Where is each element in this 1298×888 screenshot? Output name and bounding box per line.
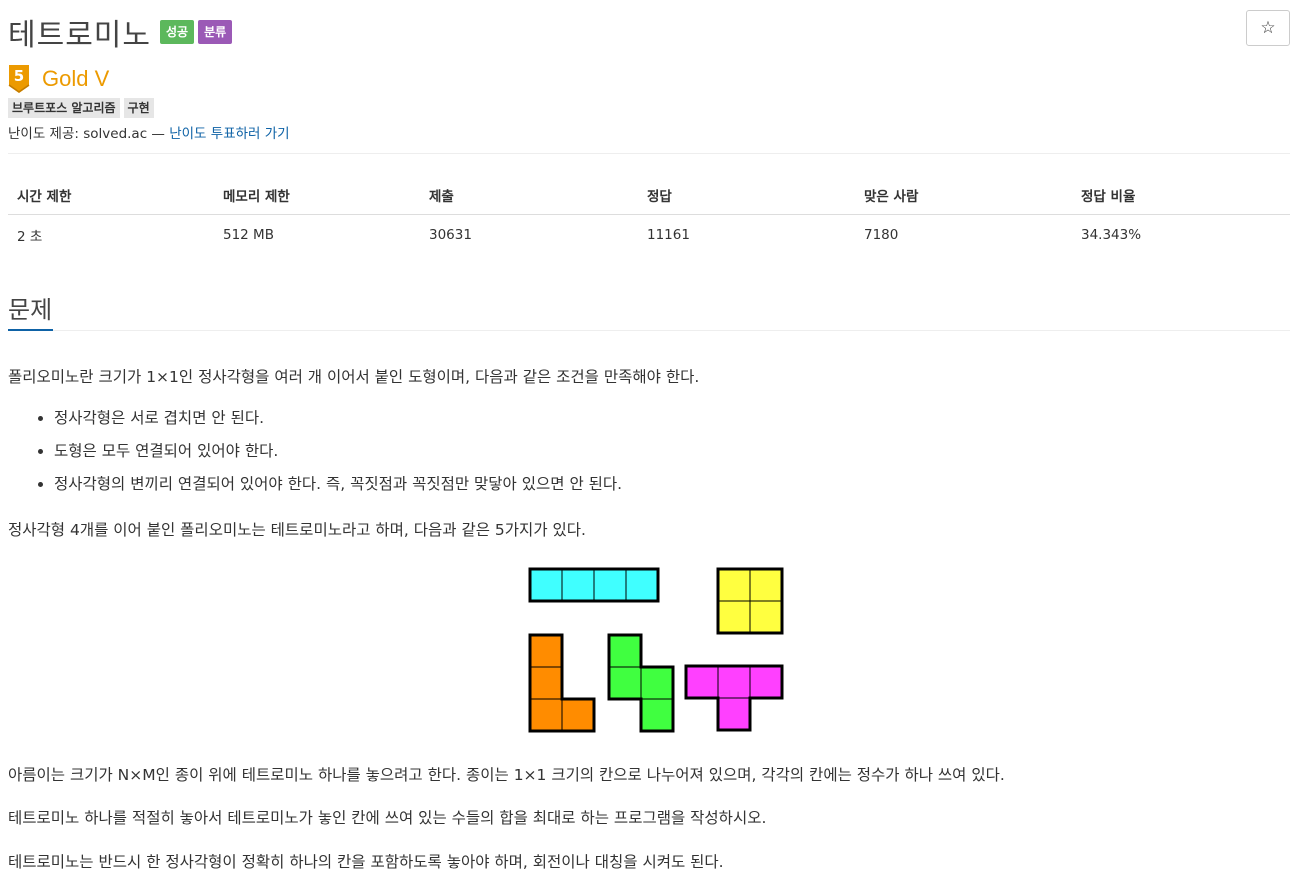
tetromino-cell <box>717 568 751 602</box>
tetromino-intro: 정사각형 4개를 이어 붙인 폴리오미노는 테트로미노라고 하며, 다음과 같은… <box>8 521 586 539</box>
tetromino-cell <box>717 697 751 731</box>
credit-text: 난이도 제공: solved.ac — <box>8 126 170 142</box>
vote-difficulty-link[interactable]: 난이도 투표하러 가기 <box>169 126 289 142</box>
tier-label[interactable]: Gold V <box>42 66 109 92</box>
header-accept-ratio: 정답 비율 <box>1072 176 1290 215</box>
tetromino-cell <box>608 666 642 700</box>
tetromino-cell <box>717 600 751 634</box>
memory-limit-value: 512 MB <box>223 227 274 243</box>
time-limit-value: 2 초 <box>17 229 43 245</box>
category-badge[interactable]: 분류 <box>198 20 233 44</box>
gold-tier-icon: 5 <box>8 65 30 93</box>
tetromino-cell <box>593 568 627 602</box>
tetromino-cell <box>529 698 563 732</box>
accepted-value: 11161 <box>647 227 690 243</box>
tetromino-i-shape <box>528 567 660 603</box>
tetromino-cell <box>640 666 674 700</box>
section-divider <box>8 330 1290 331</box>
page-title: 테트로미노 <box>8 18 151 53</box>
tetromino-cell <box>529 666 563 700</box>
tetromino-cell <box>625 568 659 602</box>
tetromino-cell <box>561 568 595 602</box>
algorithm-tags: 브루트포스 알고리즘 구현 <box>8 98 158 118</box>
favorite-button[interactable]: ☆ <box>1246 10 1290 46</box>
tetromino-figure <box>528 567 784 733</box>
solved-users-value: 7180 <box>864 227 899 243</box>
header-accepted: 정답 <box>638 176 855 215</box>
problem-stats-table: 시간 제한 메모리 제한 제출 정답 맞은 사람 정답 비율 2 초 512 M… <box>8 176 1290 255</box>
star-outline-icon: ☆ <box>1260 18 1276 38</box>
divider <box>8 153 1290 154</box>
table-header-row: 시간 제한 메모리 제한 제출 정답 맞은 사람 정답 비율 <box>8 176 1290 215</box>
tetromino-cell <box>685 665 719 699</box>
section-title: 문제 <box>8 296 53 324</box>
problem-paragraph-1: 아름이는 크기가 N×M인 종이 위에 테트로미노 하나를 놓으려고 한다. 종… <box>8 766 1005 784</box>
list-item: 정사각형의 변끼리 연결되어 있어야 한다. 즉, 꼭짓점과 꼭짓점만 맞닿아 … <box>54 470 622 503</box>
rules-list: 정사각형은 서로 겹치면 안 된다. 도형은 모두 연결되어 있어야 한다. 정… <box>8 404 622 503</box>
tag-bruteforce[interactable]: 브루트포스 알고리즘 <box>8 98 120 118</box>
success-badge[interactable]: 성공 <box>160 20 195 44</box>
tetromino-o-shape <box>716 567 784 635</box>
submissions-value: 30631 <box>429 227 472 243</box>
tag-implementation[interactable]: 구현 <box>123 98 154 118</box>
title-row: 테트로미노 성공 분류 <box>8 10 233 54</box>
problem-paragraph-2: 테트로미노 하나를 적절히 놓아서 테트로미노가 놓인 칸에 쓰여 있는 수들의… <box>8 809 767 827</box>
tetromino-s-shape <box>607 633 675 733</box>
tetromino-cell <box>608 634 642 668</box>
section-title-underline <box>8 329 53 331</box>
header-memory-limit: 메모리 제한 <box>214 176 420 215</box>
problem-intro: 폴리오미노란 크기가 1×1인 정사각형을 여러 개 이어서 붙인 도형이며, … <box>8 368 700 386</box>
tetromino-cell <box>640 698 674 732</box>
header-time-limit: 시간 제한 <box>8 176 214 215</box>
tetromino-cell <box>529 568 563 602</box>
tetromino-cell <box>529 634 563 668</box>
tier-level-digit: 5 <box>14 67 24 85</box>
accept-ratio-value: 34.343% <box>1081 227 1142 243</box>
tetromino-t-shape <box>684 664 784 732</box>
tetromino-cell <box>561 698 595 732</box>
list-item: 정사각형은 서로 겹치면 안 된다. <box>54 404 622 437</box>
header-solved-users: 맞은 사람 <box>855 176 1072 215</box>
tetromino-cell <box>749 568 783 602</box>
problem-paragraph-3: 테트로미노는 반드시 한 정사각형이 정확히 하나의 칸을 포함하도록 놓아야 … <box>8 853 724 871</box>
tetromino-cell <box>717 665 751 699</box>
tetromino-cell <box>749 665 783 699</box>
tetromino-cell <box>749 600 783 634</box>
header-submissions: 제출 <box>420 176 638 215</box>
difficulty-credit: 난이도 제공: solved.ac — 난이도 투표하러 가기 <box>8 122 290 142</box>
table-row: 2 초 512 MB 30631 11161 7180 34.343% <box>8 215 1290 256</box>
tier-row: 5 Gold V <box>8 64 109 94</box>
list-item: 도형은 모두 연결되어 있어야 한다. <box>54 437 622 470</box>
tetromino-l-shape <box>528 633 596 733</box>
